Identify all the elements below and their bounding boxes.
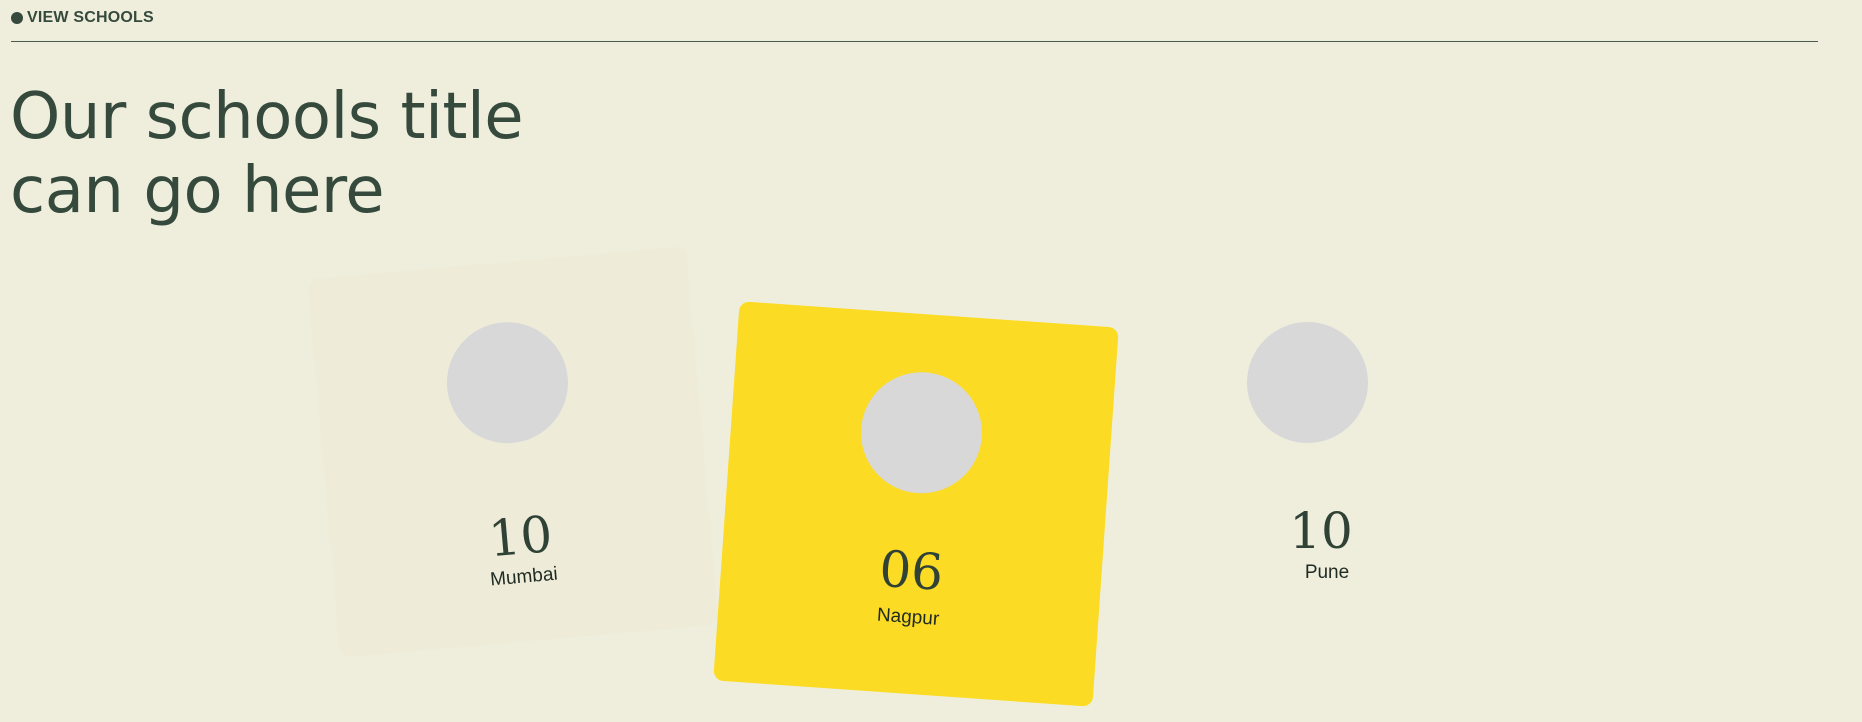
- school-card-mumbai[interactable]: 10 Mumbai: [307, 246, 719, 658]
- school-count: 10: [486, 505, 555, 569]
- school-image-placeholder: [441, 317, 573, 449]
- school-image-placeholder: [856, 368, 987, 498]
- school-image-placeholder: [1247, 322, 1368, 443]
- page: VIEW SCHOOLS Our schools title can go he…: [0, 0, 1862, 722]
- school-count: 06: [877, 539, 946, 602]
- school-count: 10: [1289, 502, 1353, 560]
- school-city: Pune: [1304, 562, 1350, 583]
- school-city: Nagpur: [876, 604, 940, 630]
- schools-carousel: 10 Mumbai 06 Nagpur 10 Pune: [0, 0, 1862, 722]
- school-card-nagpur[interactable]: 06 Nagpur: [713, 301, 1119, 707]
- school-card-pune[interactable]: 10 Pune: [1133, 262, 1513, 642]
